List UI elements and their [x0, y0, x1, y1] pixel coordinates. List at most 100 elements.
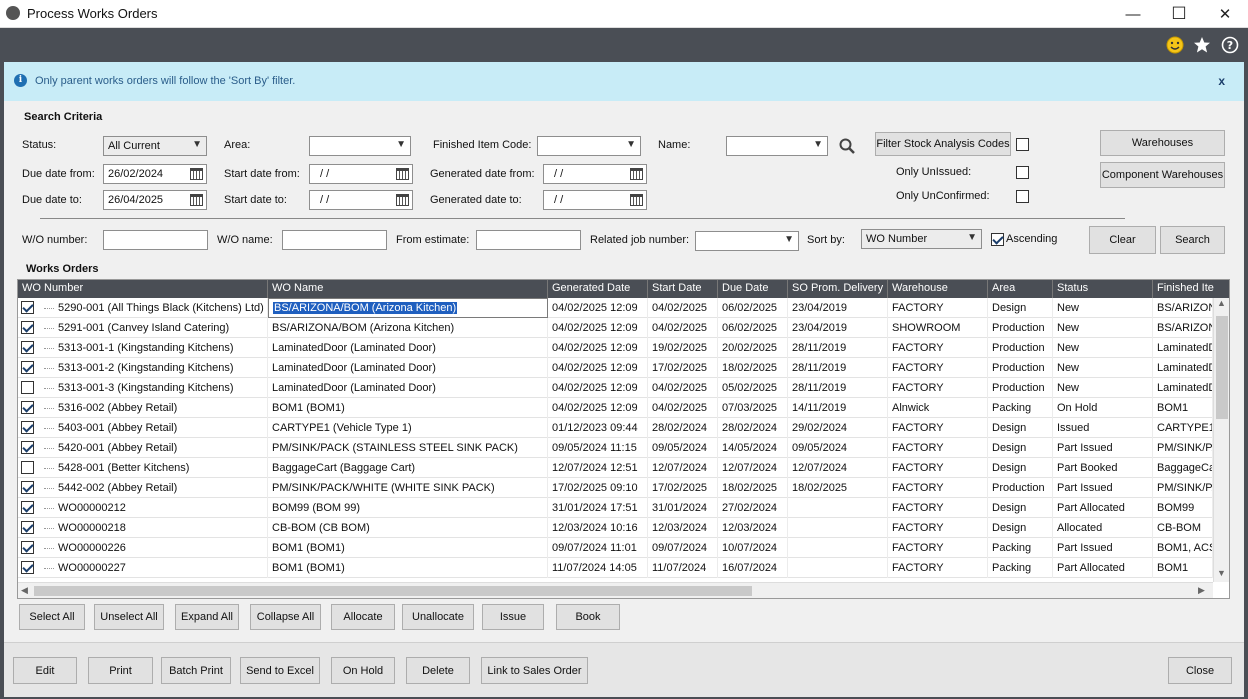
area-select[interactable]: ▼ [309, 136, 411, 156]
clear-button[interactable]: Clear [1089, 226, 1156, 254]
start-date-from-field[interactable]: / / [309, 164, 413, 184]
column-header-wo-number[interactable]: WO Number [18, 280, 268, 298]
horizontal-scroll-thumb[interactable] [34, 586, 752, 596]
calendar-icon[interactable] [190, 168, 203, 180]
row-select-checkbox[interactable] [21, 441, 34, 454]
link-to-sales-order-button[interactable]: Link to Sales Order [481, 657, 588, 684]
sort-by-select[interactable]: WO Number ▼ [861, 229, 982, 249]
horizontal-scrollbar[interactable]: ◀ ▶ [18, 582, 1213, 598]
collapse-all-button[interactable]: Collapse All [250, 604, 321, 630]
start-date-to-field[interactable]: / / [309, 190, 413, 210]
finished-item-code-select[interactable]: ▼ [537, 136, 641, 156]
table-row[interactable]: WO00000218 CB-BOM (CB BOM) 12/03/2024 10:1… [18, 518, 1213, 538]
table-row[interactable]: 5313-001-1 (Kingstanding Kitchens) Lamina… [18, 338, 1213, 358]
related-job-number-select[interactable]: ▼ [695, 231, 799, 251]
filter-stock-analysis-codes-button[interactable]: Filter Stock Analysis Codes [875, 132, 1011, 156]
wo-name-input[interactable] [282, 230, 387, 250]
send-to-excel-button[interactable]: Send to Excel [240, 657, 320, 684]
warehouses-button[interactable]: Warehouses [1100, 130, 1225, 156]
info-close-button[interactable]: x [1218, 74, 1225, 88]
filter-stock-analysis-checkbox[interactable] [1016, 138, 1029, 151]
close-button[interactable]: Close [1168, 657, 1232, 684]
column-header-status[interactable]: Status [1053, 280, 1153, 298]
row-select-checkbox[interactable] [21, 401, 34, 414]
smiley-icon[interactable] [1164, 34, 1186, 56]
calendar-icon[interactable] [396, 194, 409, 206]
row-select-checkbox[interactable] [21, 501, 34, 514]
column-header-so-prom-delivery[interactable]: SO Prom. Delivery D [788, 280, 888, 298]
column-header-generated-date[interactable]: Generated Date [548, 280, 648, 298]
search-icon[interactable] [838, 137, 856, 155]
from-estimate-input[interactable] [476, 230, 581, 250]
row-select-checkbox[interactable] [21, 301, 34, 314]
works-orders-grid[interactable]: WO Number WO Name Generated Date Start D… [17, 279, 1230, 599]
table-row[interactable]: 5291-001 (Canvey Island Catering) BS/ARIZ… [18, 318, 1213, 338]
column-header-finished-item[interactable]: Finished Ite [1153, 280, 1229, 298]
expand-all-button[interactable]: Expand All [175, 604, 239, 630]
row-select-checkbox[interactable] [21, 421, 34, 434]
column-header-area[interactable]: Area [988, 280, 1053, 298]
row-select-checkbox[interactable] [21, 321, 34, 334]
search-button[interactable]: Search [1160, 226, 1225, 254]
table-row[interactable]: WO00000227 BOM1 (BOM1) 11/07/2024 14:05 11/… [18, 558, 1213, 578]
column-header-start-date[interactable]: Start Date [648, 280, 718, 298]
calendar-icon[interactable] [396, 168, 409, 180]
table-row[interactable]: 5403-001 (Abbey Retail) CARTYPE1 (Vehicle… [18, 418, 1213, 438]
book-button[interactable]: Book [556, 604, 620, 630]
edit-button[interactable]: Edit [13, 657, 77, 684]
row-select-checkbox[interactable] [21, 521, 34, 534]
status-select[interactable]: All Current ▼ [103, 136, 207, 156]
table-row[interactable]: WO00000212 BOM99 (BOM 99) 31/01/2024 17:51… [18, 498, 1213, 518]
on-hold-button[interactable]: On Hold [331, 657, 395, 684]
unallocate-button[interactable]: Unallocate [402, 604, 474, 630]
print-button[interactable]: Print [88, 657, 153, 684]
row-select-checkbox[interactable] [21, 461, 34, 474]
ascending-checkbox[interactable] [991, 233, 1004, 246]
due-date-to-field[interactable]: 26/04/2025 [103, 190, 207, 210]
calendar-icon[interactable] [190, 194, 203, 206]
unselect-all-button[interactable]: Unselect All [94, 604, 164, 630]
select-all-button[interactable]: Select All [19, 604, 85, 630]
minimize-button[interactable]: — [1110, 0, 1156, 28]
allocate-button[interactable]: Allocate [331, 604, 395, 630]
component-warehouses-button[interactable]: Component Warehouses [1100, 162, 1225, 188]
maximize-button[interactable]: ☐ [1156, 0, 1202, 28]
table-row[interactable]: 5428-001 (Better Kitchens) BaggageCart (B… [18, 458, 1213, 478]
table-row[interactable]: 5313-001-2 (Kingstanding Kitchens) Lamina… [18, 358, 1213, 378]
scroll-down-icon[interactable]: ▼ [1217, 568, 1226, 578]
table-row[interactable]: 5313-001-3 (Kingstanding Kitchens) Lamina… [18, 378, 1213, 398]
scroll-left-icon[interactable]: ◀ [21, 585, 28, 596]
name-select[interactable]: ▼ [726, 136, 828, 156]
wo-number-input[interactable] [103, 230, 208, 250]
table-row[interactable]: 5316-002 (Abbey Retail) BOM1 (BOM1) 04/02/… [18, 398, 1213, 418]
only-unissued-checkbox[interactable] [1016, 166, 1029, 179]
table-row[interactable]: 5420-001 (Abbey Retail) PM/SINK/PACK (STA… [18, 438, 1213, 458]
star-icon[interactable] [1191, 34, 1213, 56]
row-select-checkbox[interactable] [21, 541, 34, 554]
calendar-icon[interactable] [630, 194, 643, 206]
table-row[interactable]: 5290-001 (All Things Black (Kitchens) Lt… [18, 298, 1213, 318]
row-select-checkbox[interactable] [21, 561, 34, 574]
vertical-scrollbar[interactable]: ▲ ▼ [1213, 298, 1229, 582]
generated-date-from-field[interactable]: / / [543, 164, 647, 184]
scroll-right-icon[interactable]: ▶ [1198, 585, 1205, 596]
only-unconfirmed-checkbox[interactable] [1016, 190, 1029, 203]
row-select-checkbox[interactable] [21, 381, 34, 394]
row-select-checkbox[interactable] [21, 481, 34, 494]
batch-print-button[interactable]: Batch Print [161, 657, 231, 684]
generated-date-to-field[interactable]: / / [543, 190, 647, 210]
vertical-scroll-thumb[interactable] [1216, 316, 1228, 419]
column-header-warehouse[interactable]: Warehouse [888, 280, 988, 298]
calendar-icon[interactable] [630, 168, 643, 180]
scroll-up-icon[interactable]: ▲ [1217, 298, 1226, 308]
delete-button[interactable]: Delete [406, 657, 470, 684]
help-icon[interactable]: ? [1219, 34, 1241, 56]
row-select-checkbox[interactable] [21, 341, 34, 354]
due-date-from-field[interactable]: 26/02/2024 [103, 164, 207, 184]
column-header-due-date[interactable]: Due Date [718, 280, 788, 298]
table-row[interactable]: WO00000226 BOM1 (BOM1) 09/07/2024 11:01 09/… [18, 538, 1213, 558]
close-window-button[interactable]: ✕ [1202, 0, 1248, 28]
issue-button[interactable]: Issue [482, 604, 544, 630]
row-select-checkbox[interactable] [21, 361, 34, 374]
column-header-wo-name[interactable]: WO Name [268, 280, 548, 298]
